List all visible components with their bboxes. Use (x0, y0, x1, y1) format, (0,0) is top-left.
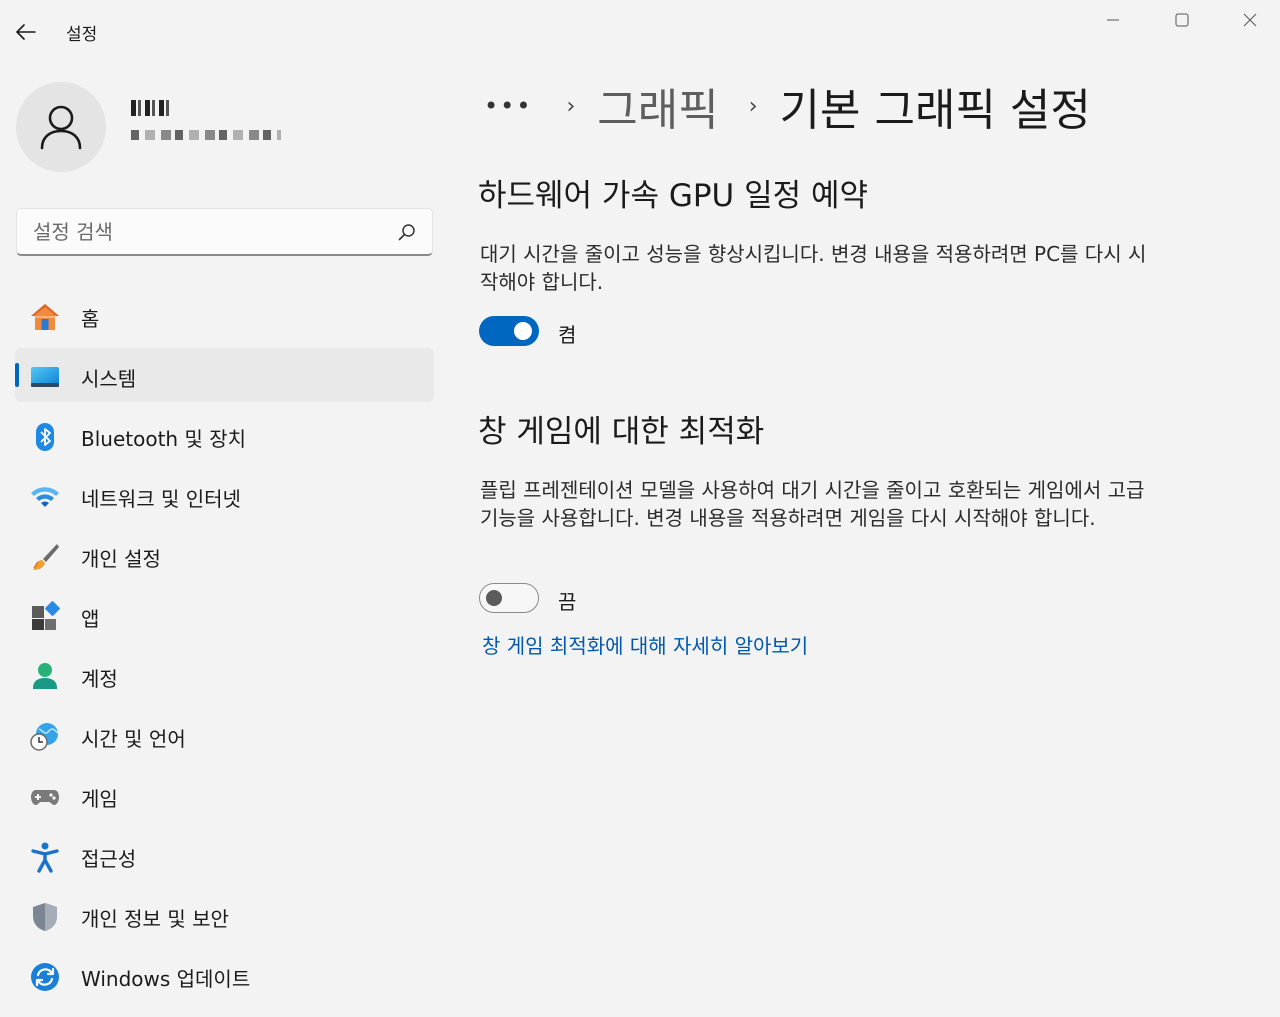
sidebar-item-time-language[interactable]: 시간 및 언어 (15, 708, 434, 762)
bluetooth-icon (36, 423, 54, 451)
home-icon (31, 304, 59, 330)
globe-clock-icon (30, 723, 59, 751)
close-button[interactable] (1227, 4, 1273, 36)
maximize-icon (1175, 13, 1189, 27)
settings-window: 설정 설정 검색 홈 시스템 Bluetooth 및 장치 네트워크 및 인터넷… (0, 0, 1280, 1017)
sidebar-item-gaming[interactable]: 게임 (15, 768, 434, 822)
sidebar-item-windows-update[interactable]: Windows 업데이트 (15, 948, 434, 1002)
avatar[interactable] (16, 82, 106, 172)
windowed-games-toggle-state: 끔 (558, 590, 577, 614)
hags-toggle-state: 켬 (558, 323, 577, 347)
system-icon (31, 367, 59, 387)
sidebar-item-apps[interactable]: 앱 (15, 588, 434, 642)
account-icon (33, 663, 57, 689)
sidebar-item-personalization[interactable]: 개인 설정 (15, 528, 434, 582)
apps-icon (32, 601, 60, 630)
sidebar-item-label: 게임 (81, 787, 118, 811)
title-bar: 설정 (0, 0, 1280, 60)
minimize-icon (1107, 19, 1119, 21)
maximize-button[interactable] (1159, 4, 1205, 36)
update-icon (31, 963, 59, 991)
hags-toggle[interactable] (479, 316, 539, 346)
shield-icon (33, 903, 57, 931)
chevron-right-icon: › (566, 93, 576, 119)
back-arrow-icon (16, 24, 36, 40)
minimize-button[interactable] (1090, 4, 1136, 36)
sidebar-item-accessibility[interactable]: 접근성 (15, 828, 434, 882)
sidebar-item-label: 홈 (81, 307, 100, 331)
windowed-games-toggle[interactable] (479, 583, 539, 613)
breadcrumb-parent[interactable]: 그래픽 (597, 74, 718, 138)
sidebar-item-label: 계정 (81, 667, 118, 691)
breadcrumb-more-button[interactable]: ••• (484, 92, 532, 120)
user-icon (40, 105, 82, 150)
sidebar-item-label: Bluetooth 및 장치 (81, 427, 247, 451)
sidebar-item-home[interactable]: 홈 (15, 288, 434, 342)
sidebar-item-label: 개인 정보 및 보안 (81, 907, 229, 931)
close-icon (1243, 13, 1257, 27)
user-name-redacted (131, 100, 171, 116)
sidebar-item-privacy[interactable]: 개인 정보 및 보안 (15, 888, 434, 942)
sidebar-item-label: 앱 (81, 607, 100, 631)
chevron-right-icon: › (748, 93, 758, 119)
page-title: 기본 그래픽 설정 (779, 85, 1091, 136)
hags-title: 하드웨어 가속 GPU 일정 예약 (478, 178, 869, 214)
accessibility-icon (31, 842, 59, 873)
sidebar-item-label: 네트워크 및 인터넷 (81, 487, 241, 511)
back-button[interactable] (10, 16, 42, 48)
sidebar-item-label: Windows 업데이트 (81, 967, 251, 991)
hags-description: 대기 시간을 줄이고 성능을 향상시킵니다. 변경 내용을 적용하려면 PC를 … (480, 242, 1147, 294)
windowed-games-title: 창 게임에 대한 최적화 (478, 414, 765, 450)
brush-icon (33, 544, 59, 570)
search-box (16, 208, 433, 256)
sidebar-item-system[interactable]: 시스템 (15, 348, 434, 402)
search-input[interactable] (33, 217, 393, 247)
search-icon[interactable] (398, 223, 416, 241)
gamepad-icon (31, 790, 59, 805)
sidebar-item-label: 시스템 (81, 367, 137, 391)
user-email-redacted (131, 130, 281, 140)
toggle-knob (514, 322, 532, 340)
breadcrumb: ••• › 그래픽 › 기본 그래픽 설정 (484, 78, 1091, 136)
toggle-knob (486, 590, 502, 606)
learn-more-link[interactable]: 창 게임 최적화에 대해 자세히 알아보기 (482, 630, 808, 659)
sidebar-item-label: 접근성 (81, 847, 137, 871)
sidebar-item-accounts[interactable]: 계정 (15, 648, 434, 702)
windowed-games-description: 플립 프레젠테이션 모델을 사용하여 대기 시간을 줄이고 호환되는 게임에서 … (480, 478, 1145, 530)
app-title: 설정 (66, 25, 98, 45)
sidebar-item-label: 시간 및 언어 (81, 727, 186, 751)
sidebar-item-bluetooth[interactable]: Bluetooth 및 장치 (15, 408, 434, 462)
wifi-icon (31, 487, 59, 507)
sidebar-nav: 홈 시스템 Bluetooth 및 장치 네트워크 및 인터넷 개인 설정 앱 … (15, 288, 434, 1008)
sidebar-item-network[interactable]: 네트워크 및 인터넷 (15, 468, 434, 522)
sidebar-item-label: 개인 설정 (81, 547, 161, 571)
